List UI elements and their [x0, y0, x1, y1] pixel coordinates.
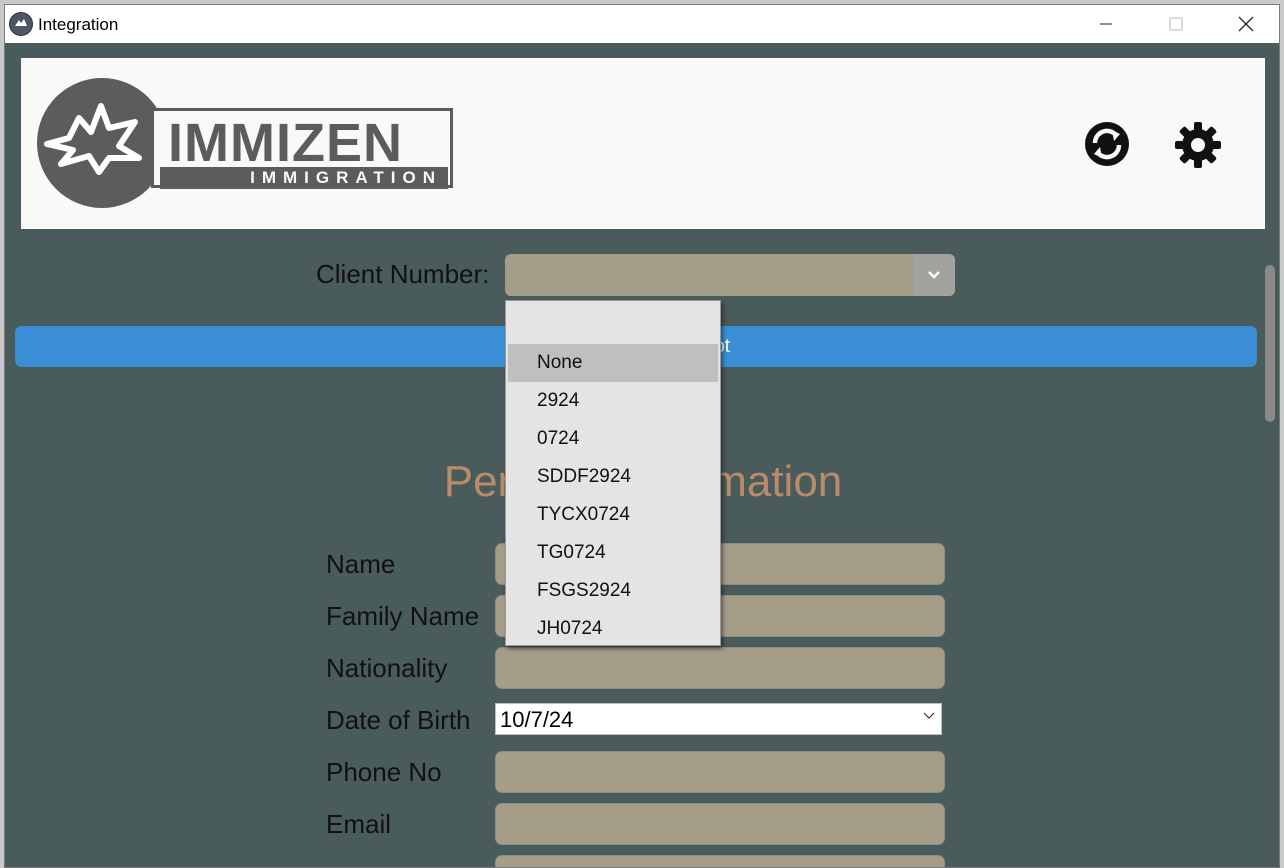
- logo-sub-text: IMMIGRATION: [160, 167, 448, 189]
- name-label: Name: [326, 549, 396, 579]
- close-button[interactable]: [1223, 5, 1269, 43]
- logo-wordmark: IMMIZEN IMMIGRATION: [151, 108, 453, 189]
- settings-gear-icon[interactable]: [1174, 121, 1222, 169]
- logo-leaf-icon: [44, 103, 142, 175]
- dropdown-option-none[interactable]: None: [508, 344, 718, 382]
- dropdown-option[interactable]: FSGS2924: [508, 572, 718, 610]
- nationality-field[interactable]: [495, 647, 945, 689]
- app-logo-icon: [9, 12, 33, 36]
- dropdown-option-blank[interactable]: [508, 306, 718, 344]
- logo-main-text: IMMIZEN: [168, 113, 403, 173]
- family-name-label: Family Name: [326, 601, 480, 631]
- maximize-button[interactable]: [1153, 5, 1199, 43]
- client-number-label: Client Number:: [316, 259, 490, 289]
- client-number-dropdown: None 2924 0724 SDDF2924 TYCX0724 TG0724 …: [505, 300, 721, 646]
- phone-field[interactable]: [495, 751, 945, 793]
- title-bar[interactable]: Integration: [5, 5, 1279, 43]
- phone-label: Phone No: [326, 757, 442, 787]
- date-of-birth-label: Date of Birth: [326, 705, 471, 735]
- minimize-button[interactable]: [1083, 5, 1129, 43]
- scrollbar-thumb[interactable]: [1265, 265, 1275, 422]
- next-field[interactable]: [495, 855, 945, 867]
- dropdown-option[interactable]: TG0724: [508, 534, 718, 572]
- client-number-select[interactable]: [505, 254, 955, 296]
- maximize-icon: [1169, 17, 1183, 31]
- minimize-icon: [1100, 23, 1112, 25]
- dropdown-option[interactable]: TYCX0724: [508, 496, 718, 534]
- window-title: Integration: [38, 15, 119, 34]
- select-arrow-button[interactable]: [913, 254, 955, 296]
- chevron-down-icon: [928, 271, 940, 279]
- chevron-down-icon[interactable]: [923, 712, 935, 720]
- email-field[interactable]: [495, 803, 945, 845]
- header-panel: IMMIZEN IMMIGRATION: [21, 58, 1265, 229]
- date-of-birth-picker[interactable]: 10/7/24: [495, 703, 942, 735]
- sync-icon[interactable]: [1084, 121, 1130, 167]
- date-of-birth-value: 10/7/24: [500, 707, 574, 732]
- nationality-label: Nationality: [326, 653, 448, 683]
- dropdown-option[interactable]: 2924: [508, 382, 718, 420]
- email-label: Email: [326, 809, 392, 839]
- app-window: Integration IMMIZEN IMMIGRATION Client N…: [4, 4, 1280, 868]
- dropdown-option[interactable]: JH0724: [508, 610, 718, 648]
- dropdown-option[interactable]: 0724: [508, 420, 718, 458]
- close-icon: [1238, 16, 1254, 32]
- dropdown-option[interactable]: SDDF2924: [508, 458, 718, 496]
